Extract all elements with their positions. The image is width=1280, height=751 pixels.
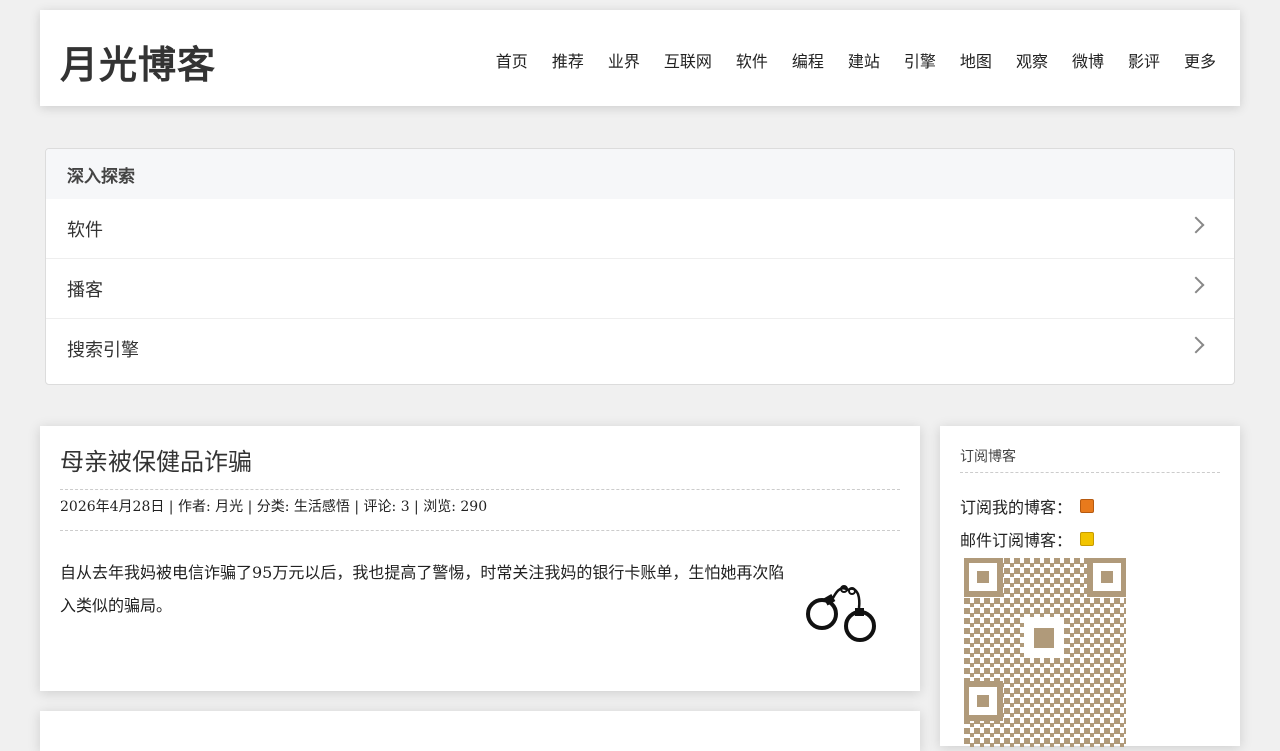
nav-item-weibo[interactable]: 微博 [1072,48,1104,72]
subscribe-widget: 订阅博客 订阅我的博客： 邮件订阅博客： [940,426,1240,748]
post-card: 母亲被保健品诈骗 2026年4月28日 | 作者: 月光 | 分类: 生活感悟 … [40,426,920,691]
post-title[interactable]: 母亲被保健品诈骗 [60,442,900,490]
explore-item-search-engine[interactable]: 搜索引擎 [46,319,1234,379]
nav-item-website[interactable]: 建站 [848,48,880,72]
nav-item-engine[interactable]: 引擎 [904,48,936,72]
mail-subscribe: 邮件订阅博客： [960,527,1095,551]
nav-item-software[interactable]: 软件 [736,48,768,72]
next-post-card [40,711,920,751]
explore-heading: 深入探索 [46,149,1234,199]
explore-item-podcast[interactable]: 播客 [46,259,1234,319]
rss-icon[interactable] [1080,499,1095,513]
nav-item-observe[interactable]: 观察 [1016,48,1048,72]
explore-item-software[interactable]: 软件 [46,199,1234,259]
nav-item-more[interactable]: 更多 [1184,48,1216,72]
explore-item-label: 搜索引擎 [67,340,139,361]
site-title[interactable]: 月光博客 [60,34,216,89]
main-nav: 首页 推荐 业界 互联网 软件 编程 建站 引擎 地图 观察 微博 影评 更多 [472,48,1216,72]
nav-item-internet[interactable]: 互联网 [664,48,712,72]
nav-item-programming[interactable]: 编程 [792,48,824,72]
site-header: 月光博客 首页 推荐 业界 互联网 软件 编程 建站 引擎 地图 观察 微博 影… [40,10,1240,106]
post-excerpt: 自从去年我妈被电信诈骗了95万元以后，我也提高了警惕，时常关注我妈的银行卡账单，… [60,563,785,615]
mail-icon[interactable] [1080,532,1095,546]
post-meta: 2026年4月28日 | 作者: 月光 | 分类: 生活感悟 | 评论: 3 |… [60,496,900,531]
rss-subscribe: 订阅我的博客： [960,494,1095,518]
nav-item-review[interactable]: 影评 [1128,48,1160,72]
chevron-right-icon [1187,336,1205,354]
nav-item-industry[interactable]: 业界 [608,48,640,72]
widget-title: 订阅博客 [960,446,1220,473]
chevron-right-icon [1187,216,1205,234]
explore-panel: 深入探索 软件 播客 搜索引擎 [45,148,1235,385]
rss-label: 订阅我的博客： [960,498,1073,517]
chevron-right-icon [1187,276,1205,294]
nav-item-recommend[interactable]: 推荐 [552,48,584,72]
handcuffs-icon [806,585,876,642]
explore-item-label: 软件 [67,220,103,241]
mail-label: 邮件订阅博客： [960,531,1073,550]
explore-item-label: 播客 [67,280,103,301]
nav-item-home[interactable]: 首页 [496,48,528,72]
nav-item-map[interactable]: 地图 [960,48,992,72]
